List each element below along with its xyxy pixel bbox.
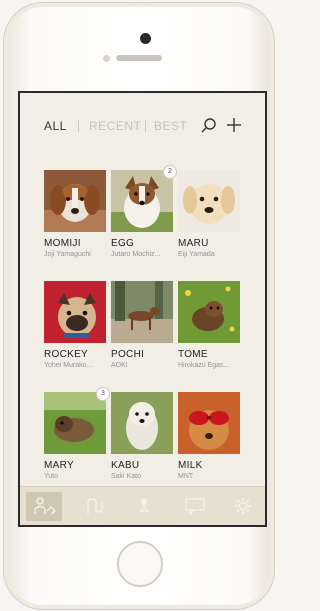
- home-button[interactable]: [117, 541, 163, 587]
- tab-settings[interactable]: [225, 492, 261, 521]
- dog-photo: [111, 170, 173, 232]
- dog-name: TOME: [178, 349, 208, 360]
- pawprint-icon: [140, 498, 149, 513]
- gear-icon: [234, 497, 252, 515]
- divider: [145, 120, 146, 132]
- add-icon[interactable]: [225, 116, 243, 134]
- dog-name: ROCKEY: [44, 349, 89, 360]
- dog-photo: [44, 281, 106, 343]
- dog-name: MARU: [178, 238, 209, 249]
- dog-photo: [44, 392, 106, 454]
- notification-badge: 2: [163, 165, 177, 179]
- owner-name: Joji Yamaguchi: [44, 251, 91, 258]
- tab-bar: [20, 486, 265, 525]
- divider: [78, 120, 79, 132]
- owner-name: Eiji Yamada: [178, 251, 215, 258]
- owner-name: AOKI: [111, 362, 128, 369]
- proximity-sensor: [103, 55, 110, 62]
- filter-recent[interactable]: RECENT: [89, 119, 141, 133]
- dog-name: POCHI: [111, 349, 145, 360]
- user-dog-icon: [34, 497, 56, 515]
- dog-photo: [178, 170, 240, 232]
- front-camera: [140, 33, 151, 44]
- owner-name: MNT: [178, 473, 194, 480]
- dog-name: MILK: [178, 460, 203, 471]
- owner-name: Saki Kato: [111, 473, 141, 480]
- owner-name: Yuto: [44, 473, 59, 480]
- dog-name: MARY: [44, 460, 74, 471]
- search-icon[interactable]: [200, 117, 218, 135]
- dog-photo: [178, 392, 240, 454]
- chat-bubble-icon: [185, 498, 205, 515]
- tab-activity[interactable]: [128, 492, 164, 521]
- tab-my-dogs[interactable]: [26, 492, 62, 521]
- dog-name: EGG: [111, 238, 135, 249]
- dog-photo: [111, 392, 173, 454]
- dog-photo: [111, 281, 173, 343]
- owner-name: Hirokazu Egas...: [178, 362, 230, 369]
- filter-best[interactable]: BEST: [154, 119, 187, 133]
- notification-badge: 3: [96, 387, 110, 401]
- dog-name: KABU: [111, 460, 140, 471]
- owner-name: Yohei Murako...: [44, 362, 93, 369]
- tab-messages[interactable]: [177, 492, 213, 521]
- filter-bar: ALL RECENT BEST: [20, 116, 265, 139]
- owner-name: Jutaro Mochiz...: [111, 251, 161, 258]
- app-screen: ALL RECENT BEST MOMIJI Joji Yamaguchi 2 …: [18, 91, 267, 527]
- dog-name: MOMIJI: [44, 238, 81, 249]
- dog-photo: [44, 170, 106, 232]
- filter-all[interactable]: ALL: [44, 119, 67, 133]
- leash-icon: [87, 498, 103, 514]
- dog-photo: [178, 281, 240, 343]
- earpiece-speaker: [116, 55, 162, 61]
- tab-walk[interactable]: [77, 492, 113, 521]
